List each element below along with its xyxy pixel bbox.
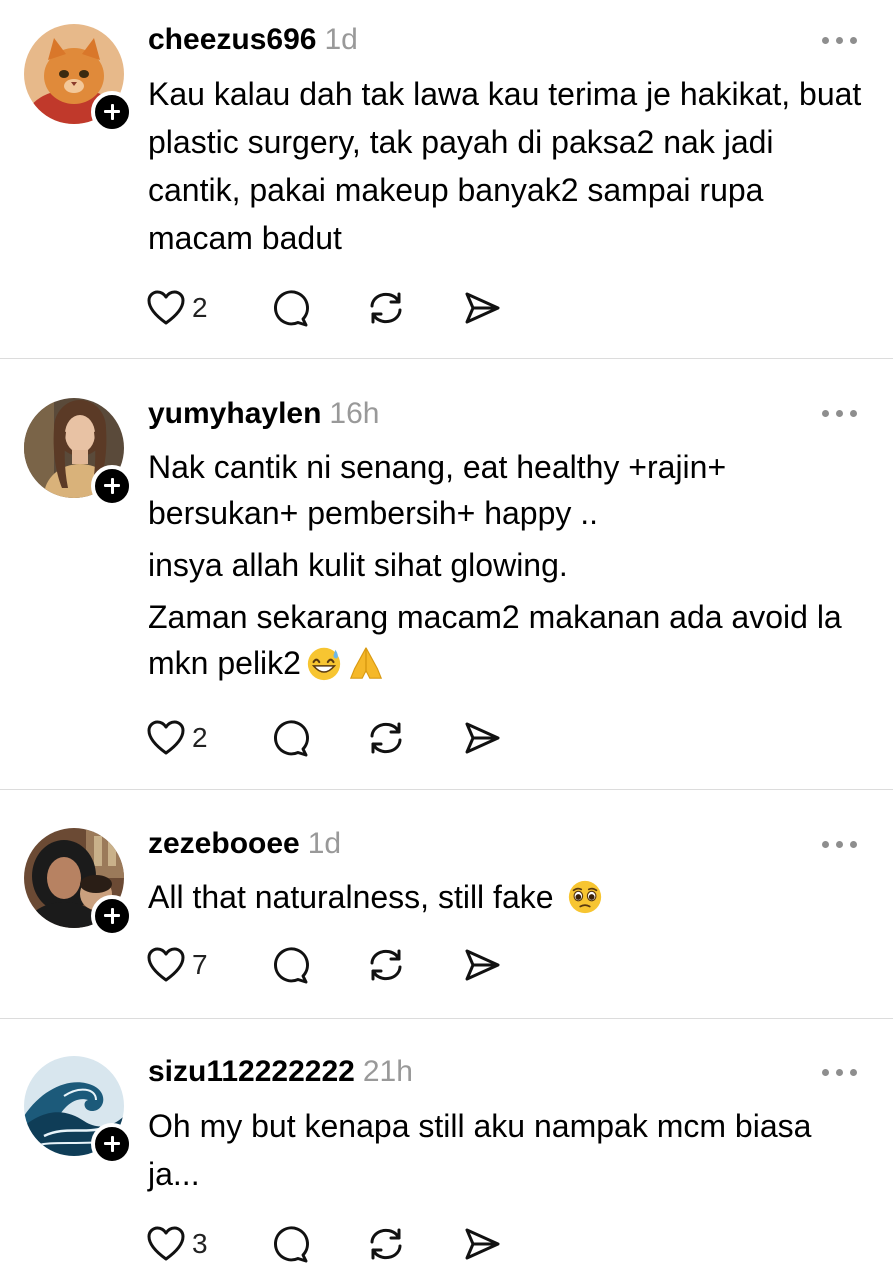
divider xyxy=(0,1018,893,1019)
comment-icon xyxy=(274,1226,309,1263)
follow-plus-icon[interactable] xyxy=(91,91,133,133)
post-text-line: All that naturalness, still fake xyxy=(148,879,554,915)
username[interactable]: sizu112222222 xyxy=(148,1055,355,1088)
avatar-button[interactable] xyxy=(24,828,133,937)
post-text: Kau kalau dah tak lawa kau terima je hak… xyxy=(148,70,868,262)
timestamp: 16h xyxy=(329,397,380,430)
like-button[interactable]: 2 xyxy=(146,718,208,758)
comment-icon xyxy=(274,947,309,984)
divider xyxy=(0,789,893,790)
post-header: cheezus696 1d xyxy=(148,20,358,60)
post-header: zezebooee 1d xyxy=(148,824,341,864)
divider xyxy=(0,358,893,359)
avatar-button[interactable] xyxy=(24,398,133,507)
grinning-sweat-emoji xyxy=(307,647,341,680)
repost-icon xyxy=(370,1228,402,1260)
share-icon xyxy=(465,292,500,324)
post-header: yumyhaylen 16h xyxy=(148,394,379,434)
avatar-button[interactable] xyxy=(24,24,133,133)
post-text-line: Kau kalau dah tak lawa kau terima je hak… xyxy=(148,76,862,256)
pleading-face-emoji xyxy=(569,880,602,913)
post-text-line: Zaman sekarang macam2 makanan ada avoid … xyxy=(148,599,842,681)
post-text: Oh my but kenapa still aku nampak mcm bi… xyxy=(148,1102,868,1198)
action-bar: 3 xyxy=(146,1224,546,1264)
share-button[interactable] xyxy=(462,288,502,328)
follow-plus-icon[interactable] xyxy=(91,465,133,507)
repost-button[interactable] xyxy=(366,718,406,758)
repost-icon xyxy=(370,722,402,754)
username[interactable]: zezebooee xyxy=(148,827,300,860)
action-bar: 2 xyxy=(146,288,546,328)
follow-plus-icon[interactable] xyxy=(91,1123,133,1165)
heart-icon xyxy=(147,947,185,982)
post-text-line: insya allah kulit sihat glowing. xyxy=(148,547,568,583)
more-icon[interactable] xyxy=(822,407,858,419)
share-icon xyxy=(465,1228,500,1260)
post-text-line: Oh my but kenapa still aku nampak mcm bi… xyxy=(148,1108,812,1192)
like-button[interactable]: 2 xyxy=(146,288,208,328)
share-button[interactable] xyxy=(462,1224,502,1264)
action-bar: 7 xyxy=(146,945,546,985)
share-icon xyxy=(465,722,500,754)
comment-icon xyxy=(274,720,309,757)
timestamp: 1d xyxy=(324,23,358,56)
share-button[interactable] xyxy=(462,718,502,758)
share-icon xyxy=(465,949,500,981)
share-button[interactable] xyxy=(462,945,502,985)
action-bar: 2 xyxy=(146,718,546,758)
username[interactable]: cheezus696 xyxy=(148,23,316,56)
post-header: sizu112222222 21h xyxy=(148,1052,413,1092)
like-count: 3 xyxy=(192,1228,208,1259)
timestamp: 1d xyxy=(307,827,342,860)
like-button[interactable]: 3 xyxy=(146,1224,208,1264)
like-count: 2 xyxy=(192,292,208,323)
more-icon[interactable] xyxy=(822,34,858,46)
heart-icon xyxy=(147,720,185,755)
comment-button[interactable] xyxy=(270,945,310,985)
like-count: 7 xyxy=(192,949,208,980)
post-text: All that naturalness, still fake xyxy=(148,873,868,921)
repost-button[interactable] xyxy=(366,945,406,985)
comment-button[interactable] xyxy=(270,718,310,758)
heart-icon xyxy=(147,1226,185,1261)
comment-button[interactable] xyxy=(270,288,310,328)
timestamp: 21h xyxy=(362,1055,413,1088)
repost-icon xyxy=(370,292,402,324)
post-text: Nak cantik ni senang, eat healthy +rajin… xyxy=(148,444,868,686)
post-text-line: Nak cantik ni senang, eat healthy +rajin… xyxy=(148,449,727,531)
avatar-button[interactable] xyxy=(24,1056,133,1165)
more-icon[interactable] xyxy=(822,838,858,850)
repost-button[interactable] xyxy=(366,288,406,328)
like-button[interactable]: 7 xyxy=(146,945,208,985)
repost-button[interactable] xyxy=(366,1224,406,1264)
more-icon[interactable] xyxy=(822,1066,858,1078)
post-text-line-with-emoji: All that naturalness, still fake xyxy=(148,873,868,921)
username[interactable]: yumyhaylen xyxy=(148,397,321,430)
follow-plus-icon[interactable] xyxy=(91,895,133,937)
comment-button[interactable] xyxy=(270,1224,310,1264)
folded-hands-emoji xyxy=(349,647,382,679)
repost-icon xyxy=(370,949,402,981)
post-text-line-with-emoji: Zaman sekarang macam2 makanan ada avoid … xyxy=(148,594,868,686)
heart-icon xyxy=(147,290,185,325)
like-count: 2 xyxy=(192,722,208,753)
comment-icon xyxy=(274,290,309,327)
